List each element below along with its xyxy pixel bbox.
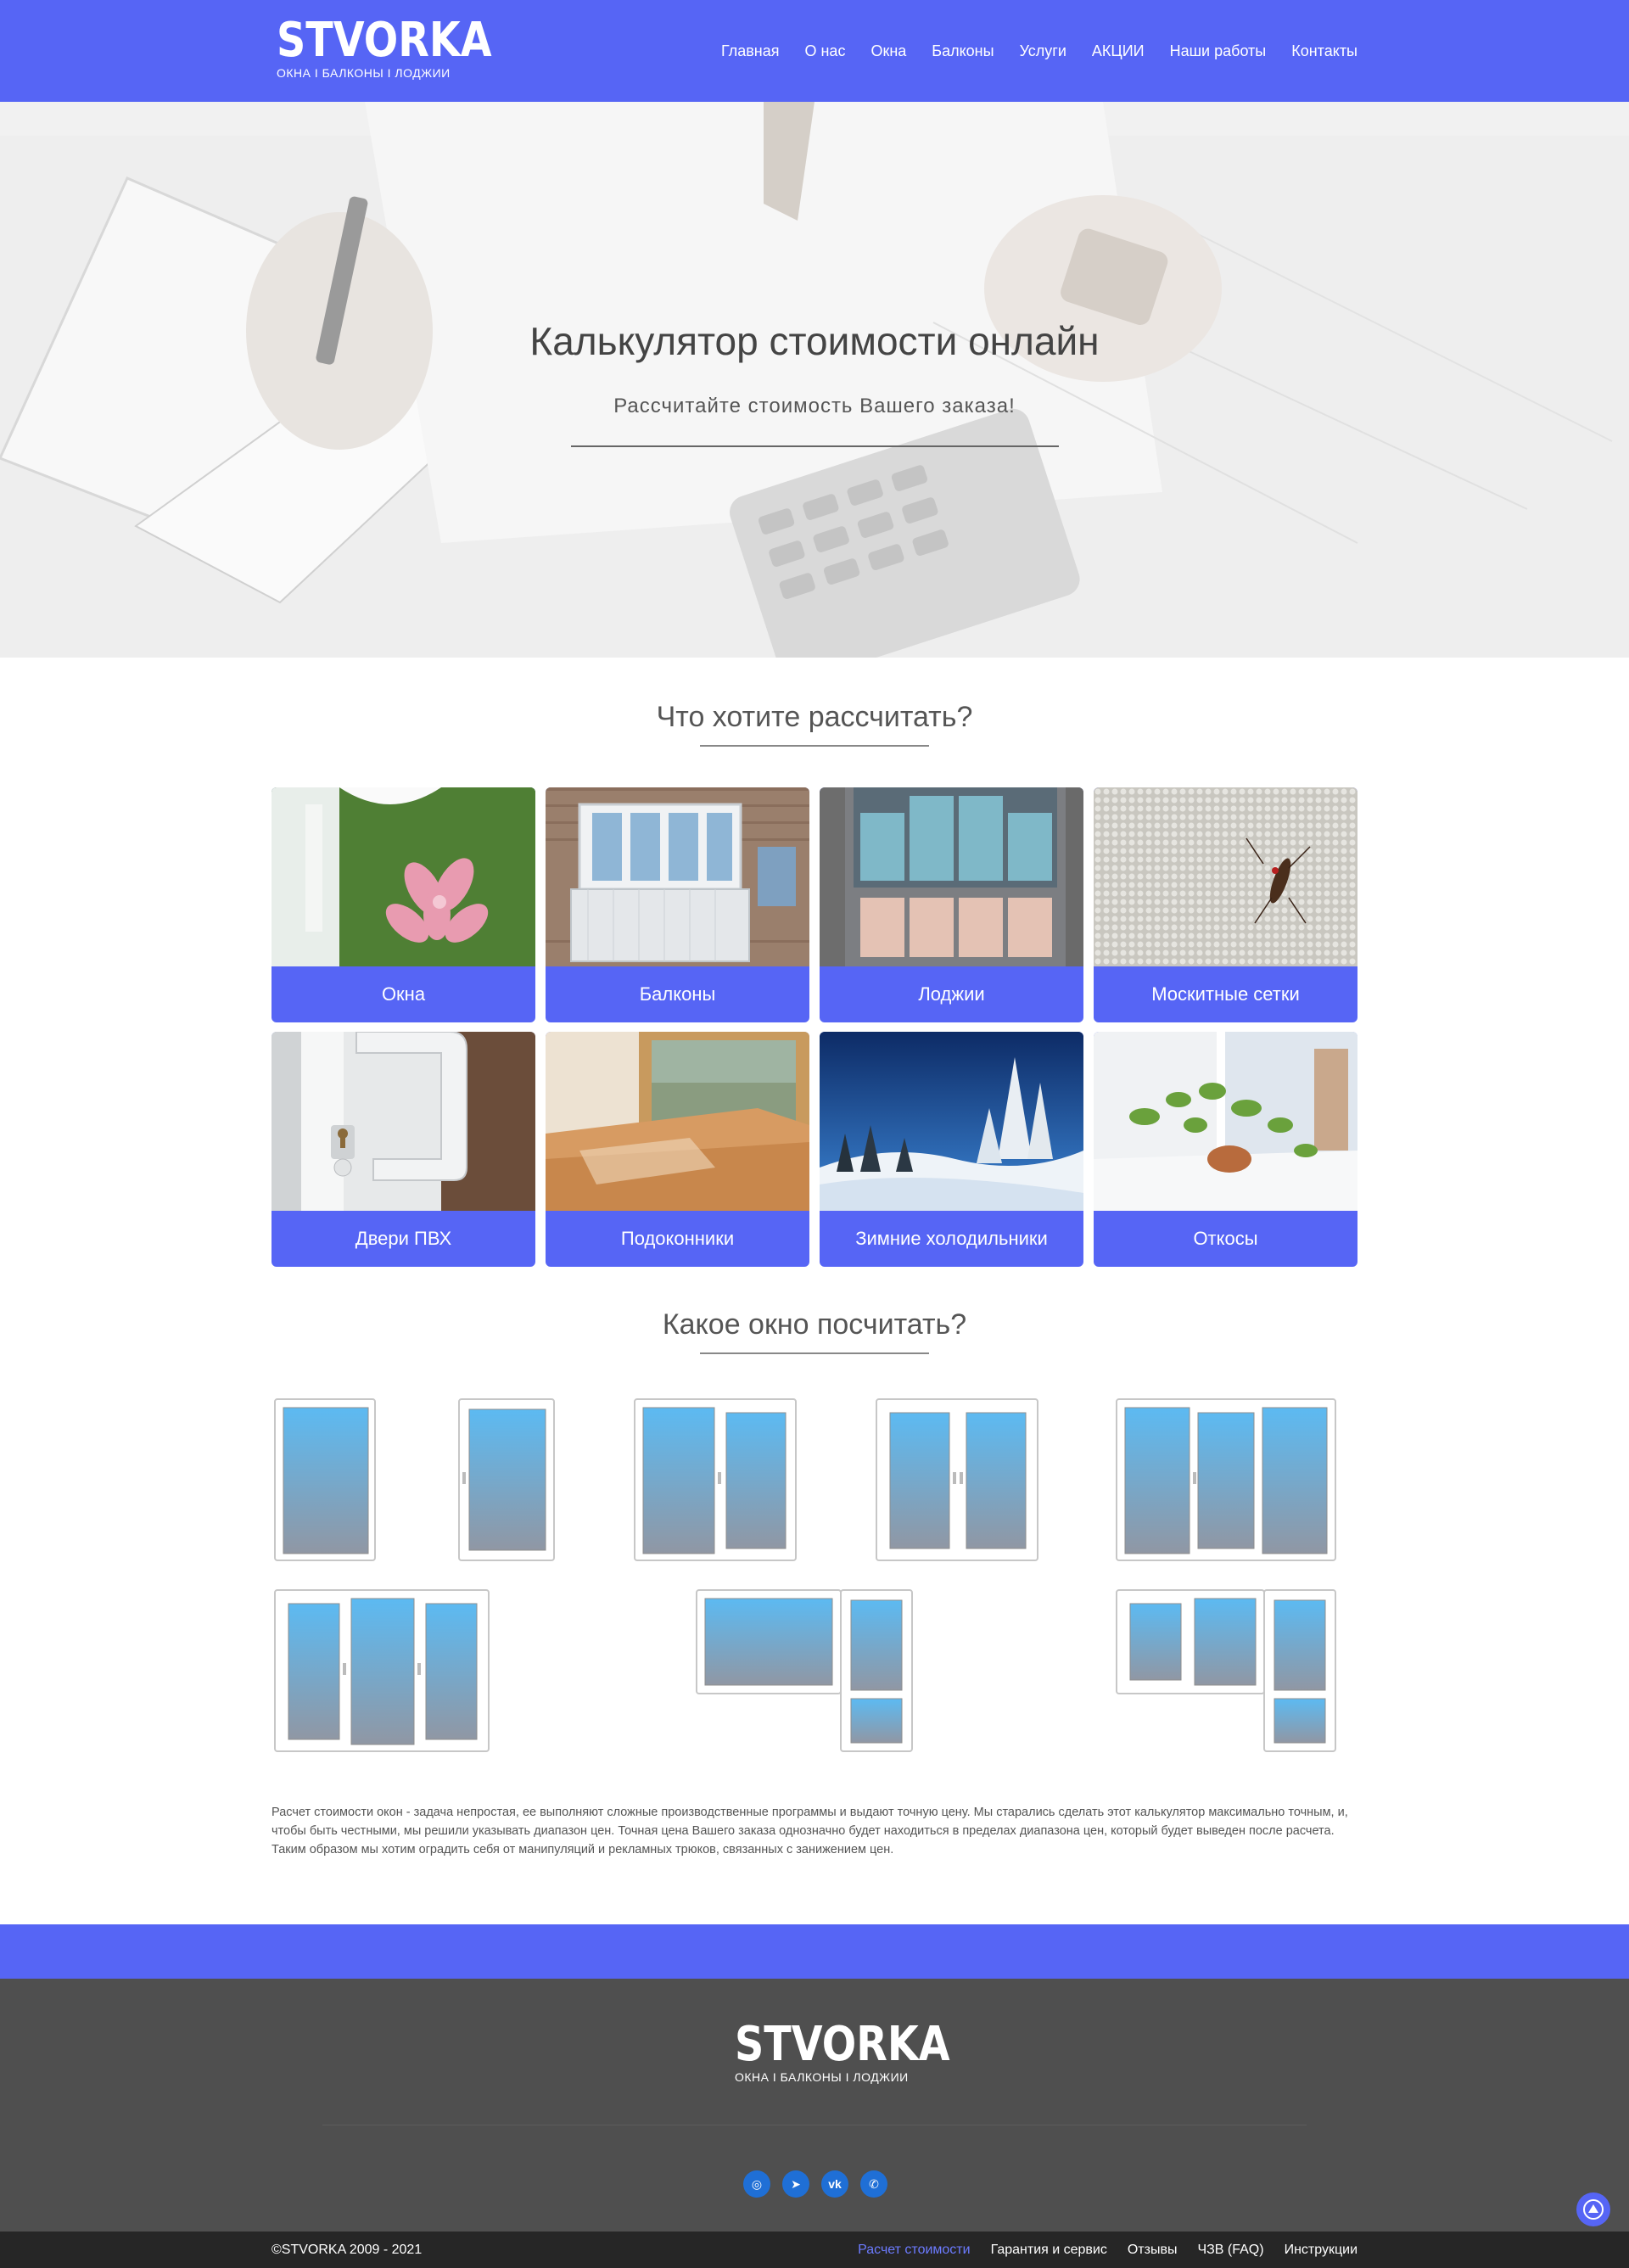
main-nav: Главная О нас Окна Балконы Услуги АКЦИИ … bbox=[696, 42, 1358, 60]
site-logo[interactable]: STVORKA ОКНА I БАЛКОНЫ I ЛОДЖИИ bbox=[277, 13, 492, 87]
product-label-window-sills: Подоконники bbox=[620, 1228, 735, 1249]
window-type-balcony-block-wide[interactable] bbox=[1113, 1587, 1341, 1761]
nav-about[interactable]: О нас bbox=[804, 42, 845, 60]
product-card-pvc-doors[interactable]: Двери ПВХ bbox=[272, 1032, 535, 1267]
product-card-loggias[interactable]: Лоджии bbox=[820, 787, 1083, 1022]
arrow-up-icon bbox=[1583, 2199, 1604, 2220]
product-label-loggias: Лоджии bbox=[918, 983, 985, 1005]
hero-divider bbox=[571, 445, 1059, 447]
product-label-balconies: Балконы bbox=[639, 983, 716, 1005]
site-footer: STVORKA ОКНА I БАЛКОНЫ I ЛОДЖИИ ◎ ➤ vk ✆ bbox=[0, 1979, 1629, 2232]
hero-title: Калькулятор стоимости онлайн bbox=[529, 319, 1100, 363]
windows-photo bbox=[272, 787, 535, 966]
mosquito-nets-photo bbox=[1094, 787, 1358, 966]
bottom-link-warranty[interactable]: Гарантия и сервис bbox=[991, 2243, 1107, 2258]
telegram-icon[interactable]: ➤ bbox=[782, 2170, 809, 2198]
product-label-winter-fridges: Зимние холодильники bbox=[855, 1228, 1048, 1249]
hero-banner: Калькулятор стоимости онлайн Рассчитайте… bbox=[0, 102, 1629, 658]
product-label-mosquito-nets: Москитные сетки bbox=[1151, 983, 1300, 1005]
logo-tagline: ОКНА I БАЛКОНЫ I ЛОДЖИИ bbox=[277, 66, 451, 80]
loggias-photo bbox=[820, 787, 1083, 966]
footer-logo-tagline: ОКНА I БАЛКОНЫ I ЛОДЖИИ bbox=[735, 2070, 909, 2084]
footer-accent-band bbox=[0, 1924, 1629, 1979]
balconies-photo bbox=[546, 787, 809, 966]
footer-logo[interactable]: STVORKA ОКНА I БАЛКОНЫ I ЛОДЖИИ bbox=[735, 2017, 950, 2091]
nav-home[interactable]: Главная bbox=[721, 42, 780, 60]
product-card-winter-fridges[interactable]: Зимние холодильники bbox=[820, 1032, 1083, 1267]
bottom-link-price-calc[interactable]: Расчет стоимости bbox=[858, 2243, 970, 2258]
nav-contacts[interactable]: Контакты bbox=[1291, 42, 1358, 60]
window-type-triple-sash[interactable] bbox=[1113, 1396, 1341, 1570]
copyright: ©STVORKA 2009 - 2021 bbox=[272, 2243, 423, 2257]
window-type-balcony-block[interactable] bbox=[693, 1587, 915, 1761]
window-type-triple-double-opening[interactable] bbox=[272, 1587, 494, 1761]
window-type-single-opening[interactable] bbox=[456, 1396, 566, 1570]
window-type-single-fixed[interactable] bbox=[272, 1396, 382, 1570]
bottom-nav: Расчет стоимости Гарантия и сервис Отзыв… bbox=[837, 2243, 1358, 2258]
pvc-doors-photo bbox=[272, 1032, 535, 1211]
nav-windows[interactable]: Окна bbox=[870, 42, 906, 60]
product-label-windows: Окна bbox=[381, 983, 426, 1005]
whatsapp-icon[interactable]: ✆ bbox=[860, 2170, 887, 2198]
window-type-double-opening[interactable] bbox=[873, 1396, 1043, 1570]
hero-subtitle: Рассчитайте стоимость Вашего заказа! bbox=[613, 395, 1016, 417]
windows-title-underline bbox=[700, 1352, 929, 1354]
products-title-underline bbox=[700, 745, 929, 747]
footer-logo-text: STVORKA bbox=[735, 2017, 950, 2072]
products-section-title: Что хотите рассчитать? bbox=[656, 701, 973, 733]
instagram-icon[interactable]: ◎ bbox=[743, 2170, 770, 2198]
site-header: STVORKA ОКНА I БАЛКОНЫ I ЛОДЖИИ Главная … bbox=[0, 0, 1629, 102]
window-slopes-photo bbox=[1094, 1032, 1358, 1211]
product-card-window-slopes[interactable]: Откосы bbox=[1094, 1032, 1358, 1267]
nav-our-works[interactable]: Наши работы bbox=[1170, 42, 1267, 60]
window-sills-photo bbox=[546, 1032, 809, 1211]
bottom-link-faq[interactable]: ЧЗВ (FAQ) bbox=[1197, 2243, 1263, 2258]
windows-section-title: Какое окно посчитать? bbox=[662, 1308, 967, 1341]
bottom-bar: ©STVORKA 2009 - 2021 Расчет стоимости Га… bbox=[0, 2232, 1629, 2268]
product-label-pvc-doors: Двери ПВХ bbox=[355, 1228, 452, 1249]
hero-background-image bbox=[0, 102, 1629, 658]
nav-services[interactable]: Услуги bbox=[1020, 42, 1066, 60]
logo-text: STVORKA bbox=[277, 13, 492, 68]
product-card-balconies[interactable]: Балконы bbox=[546, 787, 809, 1022]
winter-fridges-photo bbox=[820, 1032, 1083, 1211]
bottom-link-reviews[interactable]: Отзывы bbox=[1128, 2243, 1178, 2258]
nav-promotions[interactable]: АКЦИИ bbox=[1092, 42, 1145, 60]
product-card-mosquito-nets[interactable]: Москитные сетки bbox=[1094, 787, 1358, 1022]
social-links: ◎ ➤ vk ✆ bbox=[743, 2170, 887, 2198]
product-card-windows[interactable]: Окна bbox=[272, 787, 535, 1022]
bottom-link-instructions[interactable]: Инструкции bbox=[1285, 2243, 1358, 2258]
window-type-double-sash[interactable] bbox=[631, 1396, 801, 1570]
calculator-description: Расчет стоимости окон - задача непростая… bbox=[272, 1806, 1348, 1856]
product-label-window-slopes: Откосы bbox=[1193, 1228, 1258, 1249]
vk-icon[interactable]: vk bbox=[821, 2170, 848, 2198]
scroll-to-top-button[interactable] bbox=[1576, 2192, 1610, 2226]
product-card-window-sills[interactable]: Подоконники bbox=[546, 1032, 809, 1267]
nav-balconies[interactable]: Балконы bbox=[932, 42, 994, 60]
